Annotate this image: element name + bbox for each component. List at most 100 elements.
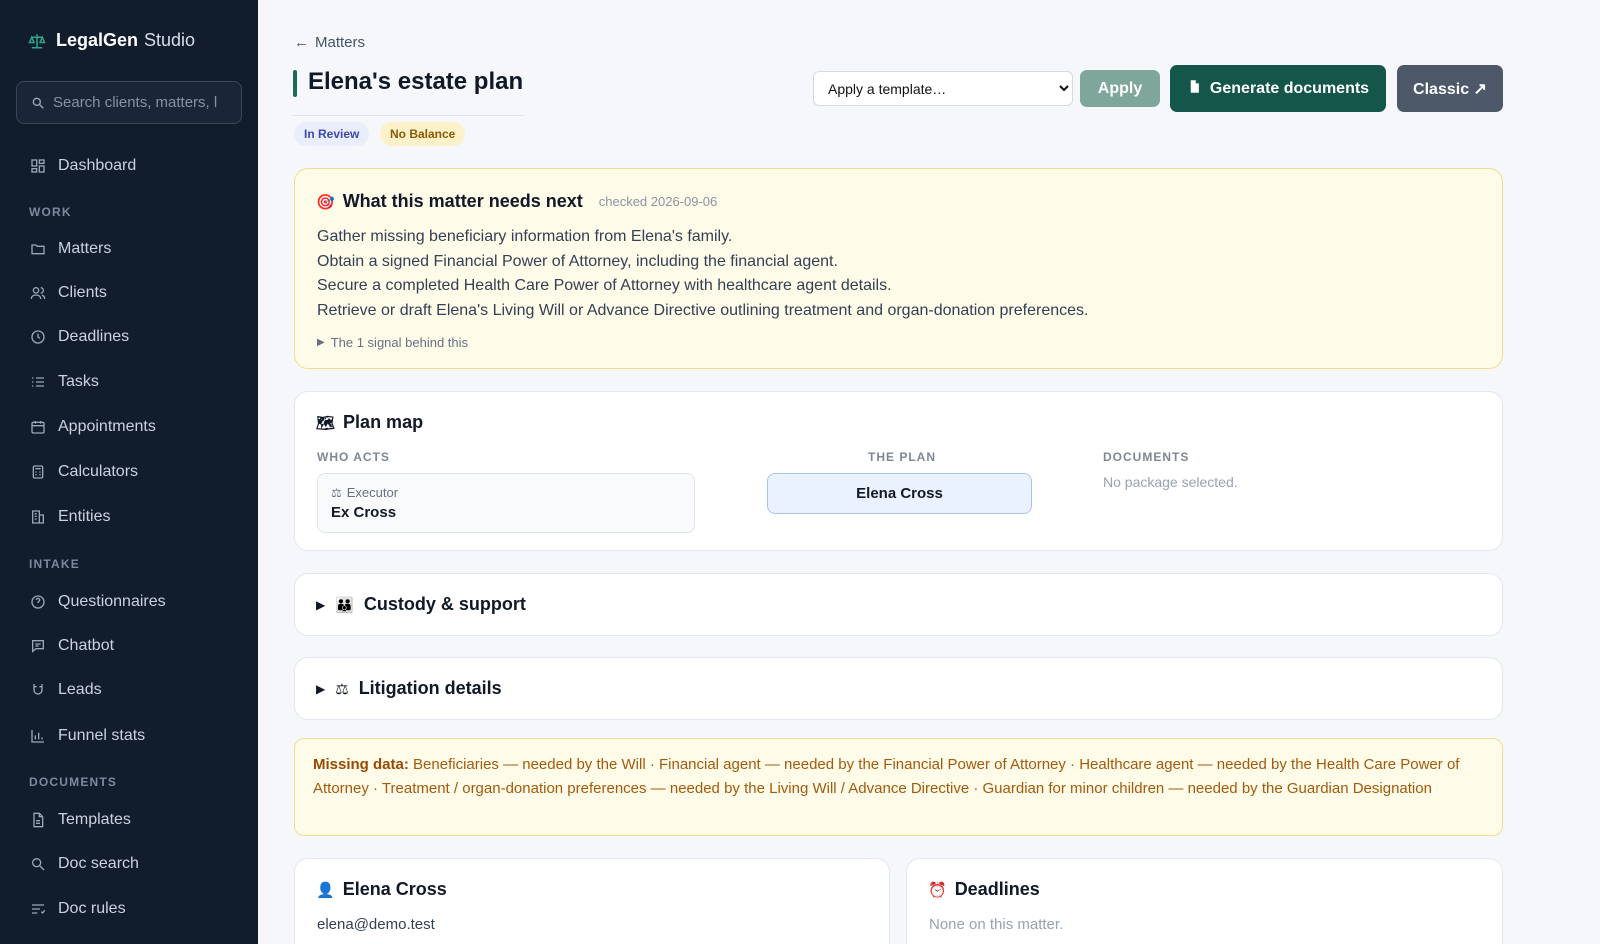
sidebar-item-label: Doc search bbox=[58, 855, 139, 872]
plan-map-card: 🗺 Plan map WHO ACTS THE PLAN DOCUMENTS ⚖… bbox=[294, 391, 1503, 551]
sidebar-item-dashboard[interactable]: Dashboard bbox=[30, 154, 136, 178]
sidebar-item-label: Funnel stats bbox=[58, 727, 146, 744]
apply-button[interactable]: Apply bbox=[1080, 70, 1160, 107]
scales-icon bbox=[28, 32, 46, 50]
litigation-details-header: ▶ ⚖ Litigation details bbox=[316, 678, 502, 699]
plan-person-node[interactable]: Elena Cross bbox=[767, 473, 1032, 514]
sidebar-item-doc-search[interactable]: Doc search bbox=[30, 852, 139, 876]
sidebar-item-clients[interactable]: Clients bbox=[30, 281, 107, 305]
sidebar-item-label: Deadlines bbox=[58, 328, 130, 345]
sidebar-search bbox=[16, 81, 242, 124]
deadlines-card-header: ⏰ Deadlines bbox=[928, 879, 1040, 900]
title-accent-bar bbox=[293, 70, 297, 97]
calendar-icon bbox=[30, 419, 46, 435]
back-to-matters-link[interactable]: ← Matters bbox=[294, 34, 365, 51]
sidebar-item-label: Templates bbox=[58, 811, 131, 828]
sidebar-item-deadlines[interactable]: Deadlines bbox=[30, 325, 129, 349]
status-badge: In Review bbox=[294, 122, 370, 146]
custody-support-title: Custody & support bbox=[363, 594, 526, 614]
litigation-details-title: Litigation details bbox=[358, 678, 502, 698]
section-label-documents: DOCUMENTS bbox=[29, 775, 118, 789]
calculator-icon bbox=[30, 464, 46, 480]
sidebar-item-label: Dashboard bbox=[58, 157, 137, 174]
search-icon bbox=[30, 856, 46, 872]
the-plan-label: THE PLAN bbox=[868, 450, 936, 464]
plan-map-header: 🗺 Plan map bbox=[316, 412, 423, 433]
sidebar-item-tasks[interactable]: Tasks bbox=[30, 370, 99, 394]
sidebar-item-label: Entities bbox=[58, 508, 111, 525]
section-label-intake: INTAKE bbox=[29, 557, 80, 571]
sidebar-item-calculators[interactable]: Calculators bbox=[30, 460, 138, 484]
rules-icon bbox=[30, 901, 46, 917]
brand[interactable]: LegalGen Studio bbox=[28, 30, 195, 51]
missing-data-label: Missing data: bbox=[313, 756, 409, 773]
triangle-right-icon: ▶ bbox=[317, 337, 325, 348]
next-steps-title: What this matter needs next bbox=[342, 191, 583, 211]
person-icon: 👤 bbox=[316, 880, 335, 899]
list-icon bbox=[30, 374, 46, 390]
sidebar-item-funnel-stats[interactable]: Funnel stats bbox=[30, 724, 145, 748]
signal-disclosure[interactable]: ▶ The 1 signal behind this bbox=[317, 335, 468, 350]
actor-card-executor[interactable]: ⚖ Executor Ex Cross bbox=[317, 473, 695, 533]
sidebar-item-label: Calculators bbox=[58, 463, 139, 480]
plan-map-title: Plan map bbox=[343, 412, 424, 432]
search-input[interactable] bbox=[53, 94, 233, 111]
custody-support-header: ▶ 👪 Custody & support bbox=[316, 594, 526, 615]
sidebar-item-doc-rules[interactable]: Doc rules bbox=[30, 897, 126, 921]
map-icon: 🗺 bbox=[316, 413, 336, 432]
deadlines-empty: None on this matter. bbox=[929, 916, 1064, 933]
sidebar-item-label: Leads bbox=[58, 681, 102, 698]
sidebar-item-label: Chatbot bbox=[58, 637, 115, 654]
back-label: Matters bbox=[315, 34, 366, 51]
missing-data-alert: Missing data: Beneficiaries — needed by … bbox=[294, 738, 1503, 836]
client-name: Elena Cross bbox=[342, 879, 447, 899]
magnet-icon bbox=[30, 682, 46, 698]
file-icon bbox=[30, 812, 46, 828]
chat-icon bbox=[30, 638, 46, 654]
next-steps-list: Gather missing beneficiary information f… bbox=[317, 225, 1088, 323]
sidebar-item-label: Tasks bbox=[58, 373, 99, 390]
sidebar-item-entities[interactable]: Entities bbox=[30, 505, 110, 529]
documents-label: DOCUMENTS bbox=[1103, 450, 1190, 464]
client-card: 👤 Elena Cross elena@demo.test bbox=[294, 858, 890, 944]
family-icon: 👪 bbox=[335, 595, 354, 614]
sidebar-item-leads[interactable]: Leads bbox=[30, 678, 102, 702]
generate-documents-label: Generate documents bbox=[1209, 79, 1370, 97]
building-icon bbox=[30, 509, 46, 525]
actor-role-label: Executor bbox=[346, 485, 399, 500]
sidebar-item-templates[interactable]: Templates bbox=[30, 808, 131, 832]
brand-suffix: Studio bbox=[144, 30, 196, 50]
sidebar-item-label: Doc rules bbox=[58, 900, 126, 917]
custody-support-section[interactable]: ▶ 👪 Custody & support bbox=[294, 573, 1503, 636]
checked-date: checked 2026-09-06 bbox=[598, 194, 718, 209]
who-acts-label: WHO ACTS bbox=[317, 450, 390, 464]
template-select[interactable]: Apply a template… bbox=[813, 71, 1073, 106]
actor-name: Ex Cross bbox=[331, 504, 397, 521]
generate-documents-button[interactable]: Generate documents bbox=[1170, 65, 1386, 112]
sidebar-item-matters[interactable]: Matters bbox=[30, 237, 111, 261]
users-icon bbox=[30, 285, 46, 301]
page-title-wrap: Elena's estate plan bbox=[293, 68, 524, 116]
sidebar-item-questionnaires[interactable]: Questionnaires bbox=[30, 590, 166, 614]
arrow-left-icon: ← bbox=[294, 34, 309, 51]
client-card-header: 👤 Elena Cross bbox=[316, 879, 447, 900]
scales-icon: ⚖ bbox=[331, 485, 342, 500]
client-email: elena@demo.test bbox=[317, 916, 435, 933]
sidebar-item-label: Questionnaires bbox=[58, 593, 166, 610]
search-icon bbox=[31, 96, 45, 110]
sidebar-item-chatbot[interactable]: Chatbot bbox=[30, 634, 114, 658]
sidebar: LegalGen Studio Dashboard WORK Matters C… bbox=[0, 0, 258, 944]
litigation-details-section[interactable]: ▶ ⚖ Litigation details bbox=[294, 657, 1503, 720]
dashboard-icon bbox=[30, 158, 46, 174]
deadlines-card: ⏰ Deadlines None on this matter. bbox=[906, 858, 1503, 944]
sidebar-item-appointments[interactable]: Appointments bbox=[30, 415, 156, 439]
classic-view-button[interactable]: Classic ↗ bbox=[1397, 65, 1503, 112]
question-icon bbox=[30, 594, 46, 610]
signal-label: The 1 signal behind this bbox=[330, 335, 469, 350]
alarm-clock-icon: ⏰ bbox=[928, 880, 947, 899]
brand-name: LegalGen bbox=[56, 30, 139, 50]
triangle-right-icon: ▶ bbox=[316, 681, 326, 696]
sidebar-item-label: Clients bbox=[58, 284, 107, 301]
next-step-item: Retrieve or draft Elena's Living Will or… bbox=[317, 301, 1089, 319]
folder-icon bbox=[30, 241, 46, 257]
